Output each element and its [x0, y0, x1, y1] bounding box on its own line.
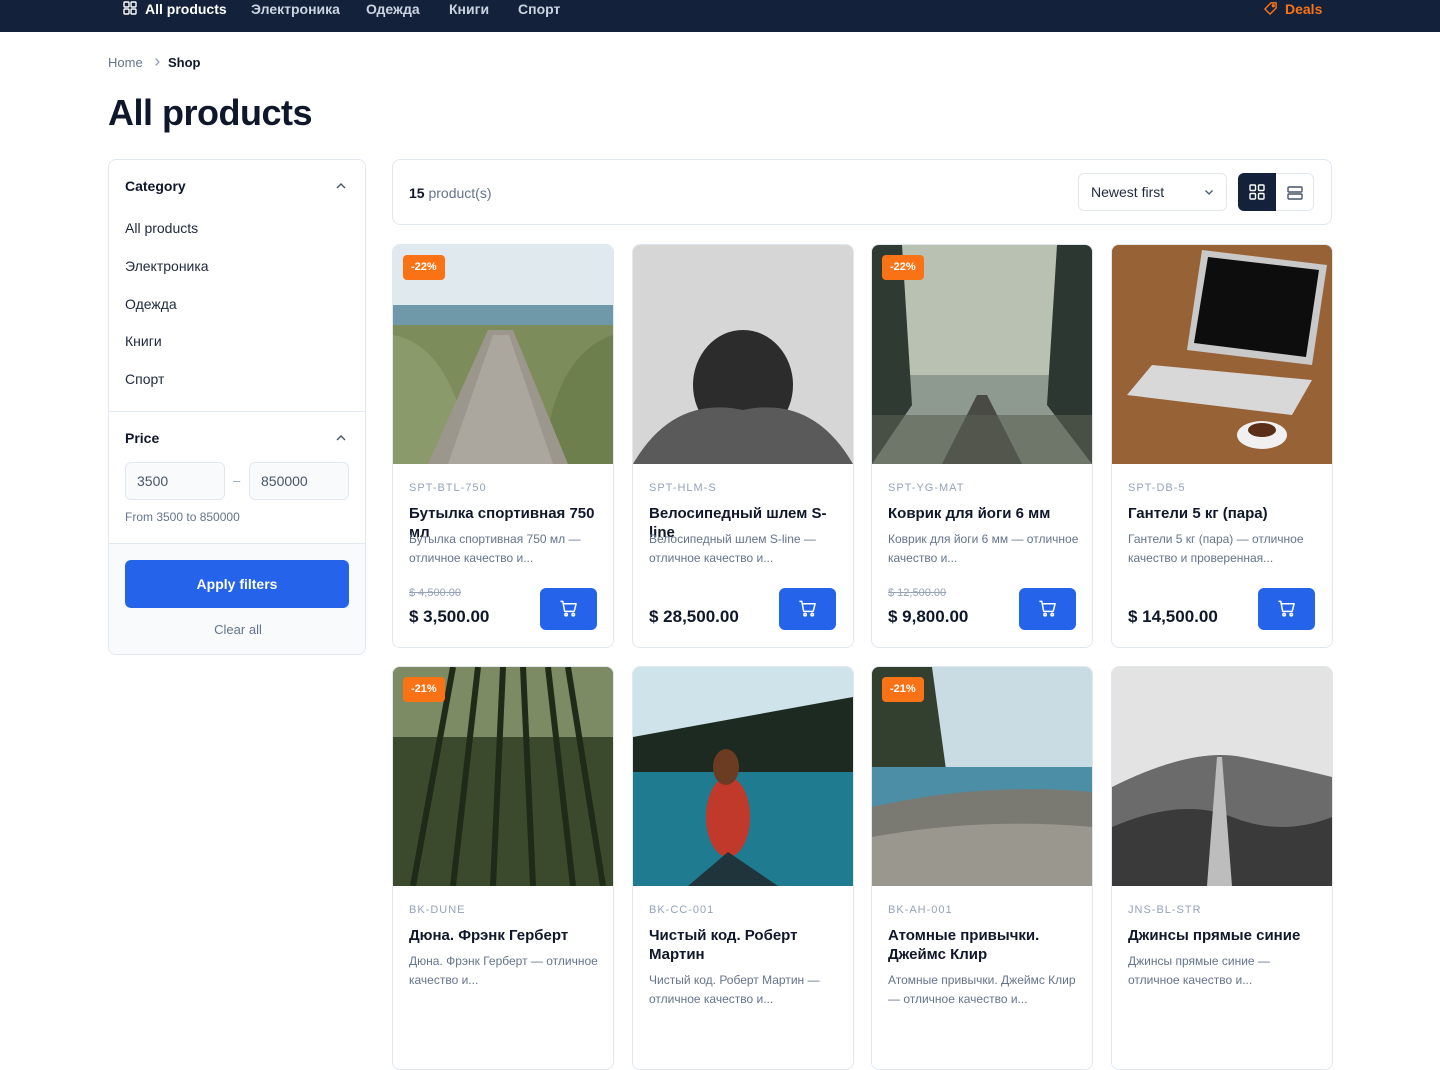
price-heading[interactable]: Price: [125, 430, 159, 446]
product-card[interactable]: -21% BK-AH-001 Атомные привычки. Джеймс …: [871, 666, 1093, 1070]
category-item-clothing[interactable]: Одежда: [125, 296, 177, 312]
filters-sidebar: Category All products Электроника Одежда…: [108, 159, 366, 655]
product-price: $ 3,500.00: [409, 607, 490, 626]
price-range-note: From 3500 to 850000: [125, 510, 240, 524]
chevron-up-icon[interactable]: [335, 180, 347, 192]
add-to-cart-button[interactable]: [779, 588, 836, 630]
product-price: $ 28,500.00: [649, 607, 739, 626]
sort-select[interactable]: Newest first: [1078, 173, 1227, 211]
product-name[interactable]: Коврик для йоги 6 мм: [888, 504, 1080, 523]
product-description: Дюна. Фрэнк Герберт — отличное качество …: [409, 954, 598, 987]
product-name[interactable]: Атомные привычки. Джеймс Клир: [888, 926, 1080, 964]
product-sku: SPT-HLM-S: [649, 482, 717, 494]
product-sku: BK-AH-001: [888, 904, 953, 916]
price-max-input[interactable]: 850000: [249, 462, 349, 500]
breadcrumb-current: Shop: [168, 55, 201, 70]
discount-badge: -21%: [882, 677, 924, 702]
cart-icon: [1039, 600, 1056, 617]
product-name[interactable]: Джинсы прямые синие: [1128, 926, 1320, 945]
product-name[interactable]: Чистый код. Роберт Мартин: [649, 926, 841, 964]
product-count: 15 product(s): [409, 185, 492, 201]
product-description: Гантели 5 кг (пара) — отличное качество …: [1128, 532, 1304, 565]
product-card[interactable]: SPT-DB-5 Гантели 5 кг (пара) Гантели 5 к…: [1111, 244, 1333, 648]
category-item-sport[interactable]: Спорт: [125, 371, 164, 387]
product-card[interactable]: -22% SPT-YG-MAT Коврик для йоги 6 мм Ков…: [871, 244, 1093, 648]
product-description: Чистый код. Роберт Мартин — отличное кач…: [649, 973, 820, 1006]
nav-item-books[interactable]: Книги: [449, 0, 489, 18]
product-sku: SPT-YG-MAT: [888, 482, 965, 494]
add-to-cart-button[interactable]: [1019, 588, 1076, 630]
grid-icon: [1249, 184, 1265, 200]
cart-icon: [1278, 600, 1295, 617]
product-sku: BK-CC-001: [649, 904, 715, 916]
grid-view-button[interactable]: [1238, 173, 1276, 211]
tag-icon: [1264, 2, 1277, 15]
breadcrumb: Home Shop: [108, 55, 201, 71]
filters-footer: Apply filters Clear all: [109, 543, 365, 654]
product-sku: JNS-BL-STR: [1128, 904, 1202, 916]
breadcrumb-home[interactable]: Home: [108, 55, 143, 70]
product-image[interactable]: [1112, 245, 1332, 464]
nav-item-all-products[interactable]: All products: [145, 0, 227, 18]
cart-icon: [560, 600, 577, 617]
price-range-dash: –: [233, 473, 241, 488]
product-name[interactable]: Гантели 5 кг (пара): [1128, 504, 1320, 523]
discount-badge: -22%: [882, 255, 924, 280]
clear-all-button[interactable]: Clear all: [109, 622, 365, 637]
list-view-button[interactable]: [1276, 173, 1314, 211]
chevron-right-icon: [155, 58, 160, 66]
product-count-number: 15: [409, 185, 425, 201]
nav-item-clothing[interactable]: Одежда: [366, 0, 420, 18]
product-name[interactable]: Дюна. Фрэнк Герберт: [409, 926, 601, 945]
divider: [109, 411, 365, 412]
product-card[interactable]: JNS-BL-STR Джинсы прямые синие Джинсы пр…: [1111, 666, 1333, 1070]
product-count-suffix: product(s): [428, 185, 492, 201]
price-min-input[interactable]: 3500: [125, 462, 225, 500]
category-item-all[interactable]: All products: [125, 220, 198, 236]
product-price: $ 14,500.00: [1128, 607, 1218, 626]
top-navigation: All products Электроника Одежда Книги Сп…: [0, 0, 1440, 32]
product-card[interactable]: SPT-HLM-S Велосипедный шлем S-line Велос…: [632, 244, 854, 648]
product-old-price: $ 4,500.00: [409, 587, 461, 599]
page-title: All products: [108, 92, 313, 133]
product-price: $ 9,800.00: [888, 607, 969, 626]
product-image[interactable]: [1112, 667, 1332, 886]
product-card[interactable]: -22% SPT-BTL-750 Бутылка спортивная 750 …: [392, 244, 614, 648]
category-item-books[interactable]: Книги: [125, 333, 162, 349]
product-image[interactable]: [633, 667, 853, 886]
add-to-cart-button[interactable]: [540, 588, 597, 630]
add-to-cart-button[interactable]: [1258, 588, 1315, 630]
product-image[interactable]: [633, 245, 853, 464]
list-icon: [1287, 186, 1303, 200]
chevron-down-icon: [1205, 190, 1213, 195]
product-description: Бутылка спортивная 750 мл — отличное кач…: [409, 532, 581, 565]
product-sku: SPT-DB-5: [1128, 482, 1186, 494]
product-sku: SPT-BTL-750: [409, 482, 487, 494]
cart-icon: [799, 600, 816, 617]
product-description: Коврик для йоги 6 мм — отличное качество…: [888, 532, 1079, 565]
product-description: Атомные привычки. Джеймс Клир — отличное…: [888, 973, 1076, 1006]
grid-icon: [123, 1, 137, 15]
discount-badge: -22%: [403, 255, 445, 280]
sort-select-value: Newest first: [1091, 184, 1165, 200]
results-toolbar: 15 product(s) Newest first: [392, 159, 1332, 225]
product-card[interactable]: BK-CC-001 Чистый код. Роберт Мартин Чист…: [632, 666, 854, 1070]
product-card[interactable]: -21% BK-DUNE Дюна. Фрэнк Герберт Дюна. Ф…: [392, 666, 614, 1070]
nav-item-sport[interactable]: Спорт: [518, 0, 560, 18]
discount-badge: -21%: [403, 677, 445, 702]
apply-filters-button[interactable]: Apply filters: [125, 560, 349, 608]
product-sku: BK-DUNE: [409, 904, 466, 916]
product-old-price: $ 12,500.00: [888, 587, 947, 599]
nav-item-electronics[interactable]: Электроника: [251, 0, 340, 18]
product-description: Велосипедный шлем S-line — отличное каче…: [649, 532, 816, 565]
chevron-up-icon[interactable]: [335, 432, 347, 444]
category-item-electronics[interactable]: Электроника: [125, 258, 209, 274]
product-description: Джинсы прямые синие — отличное качество …: [1128, 954, 1270, 987]
category-heading[interactable]: Category: [125, 178, 186, 194]
nav-deals-link[interactable]: Deals: [1285, 0, 1322, 18]
